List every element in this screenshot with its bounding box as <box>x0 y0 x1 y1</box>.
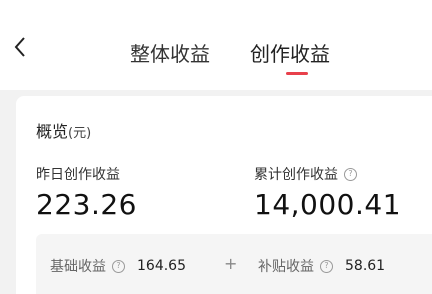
subsidy-earnings-help-icon[interactable]: ? <box>320 259 333 273</box>
total-earnings-help-icon[interactable]: ? <box>344 167 357 181</box>
overview-title-text: 概览 <box>36 122 69 141</box>
subsidy-earnings-label: 补贴收益 <box>258 259 314 275</box>
plus-sign: + <box>224 254 238 273</box>
tab-creation-earnings[interactable]: 创作收益 <box>250 38 330 67</box>
back-button[interactable] <box>8 32 32 62</box>
chevron-left-icon <box>14 37 25 57</box>
currency-unit: (元) <box>68 126 92 141</box>
active-tab-indicator <box>286 72 308 75</box>
yesterday-earnings-label-text: 昨日创作收益 <box>36 167 120 183</box>
base-earnings-label: 基础收益 <box>50 259 106 275</box>
base-earnings: 基础收益 ? 164.65 <box>50 256 186 276</box>
yesterday-earnings-value: 223.26 <box>36 188 137 221</box>
subsidy-earnings: 补贴收益 ? 58.61 <box>258 256 385 276</box>
tab-overall-earnings[interactable]: 整体收益 <box>130 38 210 67</box>
base-earnings-help-icon[interactable]: ? <box>112 259 125 273</box>
base-earnings-value: 164.65 <box>137 258 186 274</box>
subsidy-earnings-value: 58.61 <box>345 258 386 274</box>
top-navigation-bar: 整体收益 创作收益 <box>0 0 432 90</box>
total-earnings-value: 14,000.41 <box>254 188 402 221</box>
yesterday-earnings-label: 昨日创作收益 <box>36 164 120 184</box>
overview-title: 概览(元) <box>36 118 91 142</box>
total-earnings-label-text: 累计创作收益 <box>254 167 338 183</box>
earnings-breakdown: 基础收益 ? 164.65 + 补贴收益 ? 58.61 <box>36 234 432 294</box>
overview-card: 概览(元) 昨日创作收益 223.26 累计创作收益 ? 14,000.41 基… <box>16 96 432 294</box>
total-earnings-label: 累计创作收益 ? <box>254 164 357 184</box>
